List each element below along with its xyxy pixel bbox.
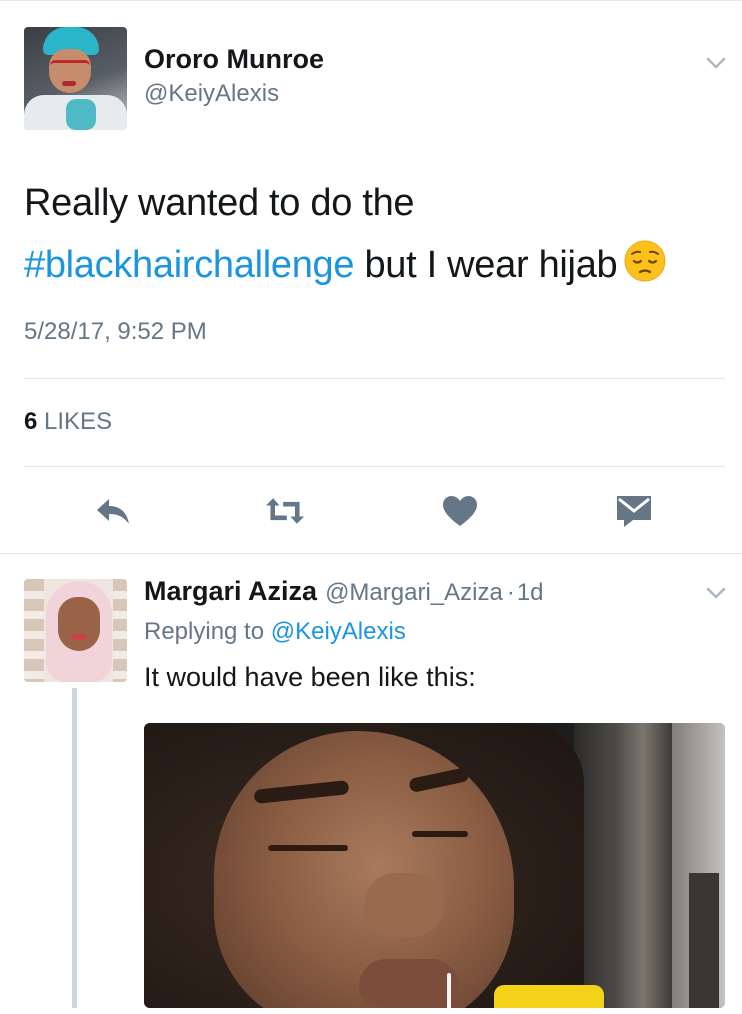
replying-to: Replying to @KeiyAlexis — [144, 618, 406, 646]
reply-text: It would have been like this: — [144, 662, 476, 692]
envelope-icon — [617, 496, 651, 527]
reply-avatar[interactable] — [24, 579, 127, 682]
mention-link[interactable]: @KeiyAlexis — [271, 618, 406, 645]
pensive-face-emoji — [624, 240, 666, 282]
heart-icon — [443, 496, 477, 526]
thread-line — [72, 688, 77, 1008]
author-handle[interactable]: @KeiyAlexis — [144, 80, 279, 108]
chevron-down-icon[interactable] — [705, 52, 727, 74]
hashtag-link[interactable]: #blackhairchallenge — [24, 244, 355, 286]
divider — [24, 378, 725, 379]
tweet-text-rest: but I wear hijab — [354, 244, 618, 286]
like-button[interactable] — [440, 492, 480, 530]
separator-dot: · — [506, 579, 515, 606]
divider — [0, 553, 742, 554]
media-photo[interactable] — [144, 723, 725, 1008]
likes-summary[interactable]: 6 LIKES — [24, 408, 112, 436]
author-name[interactable]: Ororo Munroe — [144, 44, 324, 75]
timestamp: 5/28/17, 9:52 PM — [24, 318, 207, 345]
tweet-text-line2: #blackhairchallenge but I wear hijab — [24, 234, 724, 296]
chevron-down-icon[interactable] — [705, 582, 727, 604]
reply-time[interactable]: 1d — [517, 579, 544, 606]
reply-author-handle[interactable]: @Margari_Aziza — [325, 579, 503, 606]
retweet-button[interactable] — [265, 492, 305, 530]
replying-prefix: Replying to — [144, 618, 265, 645]
reply-header: Margari Aziza @Margari_Aziza ·1d — [144, 576, 544, 607]
likes-count: 6 — [24, 408, 38, 435]
retweet-icon — [265, 498, 305, 524]
reply-button[interactable] — [94, 492, 134, 530]
tweet-text-line1: Really wanted to do the — [24, 182, 415, 224]
top-divider — [0, 0, 742, 1]
direct-message-button[interactable] — [614, 492, 654, 530]
divider — [24, 466, 725, 467]
tweet-text: Really wanted to do the #blackhairchalle… — [24, 172, 724, 296]
avatar[interactable] — [24, 27, 127, 130]
reply-author-name[interactable]: Margari Aziza — [144, 576, 317, 606]
likes-label: LIKES — [44, 408, 113, 435]
reply-icon — [97, 499, 129, 524]
